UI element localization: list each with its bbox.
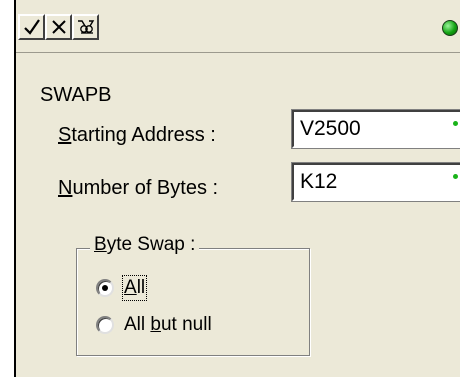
starting-address-label: Starting Address : [58,124,216,146]
status-indicator-icon [442,20,458,36]
x-icon [51,20,66,34]
help-button[interactable] [72,14,99,40]
cancel-button[interactable] [45,14,72,40]
radio-all[interactable]: All [96,275,148,301]
toolbar [16,0,460,53]
radio-all-but-null[interactable]: All but null [96,314,212,336]
starting-address-input[interactable]: V2500 [291,109,460,149]
number-of-bytes-label: Number of Bytes : [58,177,219,199]
byte-swap-legend: Byte Swap : [90,234,200,256]
radio-button-icon[interactable] [96,279,114,297]
number-of-bytes-input[interactable]: K12 [291,162,460,202]
radio-button-icon[interactable] [96,316,114,334]
check-icon [23,19,40,35]
ok-button[interactable] [18,14,45,40]
function-name: SWAPB [40,84,112,106]
help-icon [77,20,94,34]
valid-indicator-icon [453,174,458,179]
byte-swap-group [76,248,310,356]
swapb-dialog: SWAPB Starting Address : V2500 Number of… [14,0,460,377]
valid-indicator-icon [453,121,458,126]
